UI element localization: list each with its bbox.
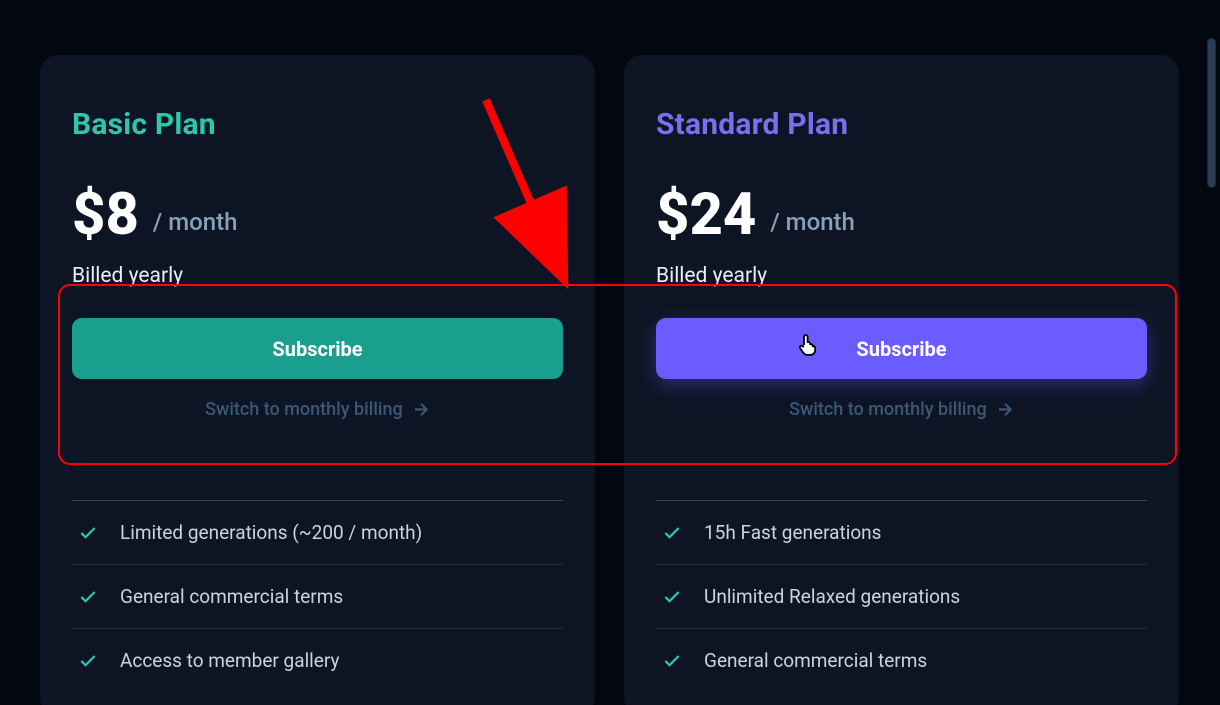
- price-row: $24 / month: [656, 186, 1147, 244]
- check-icon: [662, 523, 682, 543]
- feature-list-standard: 15h Fast generations Unlimited Relaxed g…: [656, 500, 1147, 692]
- feature-item: Limited generations (~200 / month): [72, 500, 563, 564]
- billing-period-note: Billed yearly: [656, 264, 1147, 288]
- feature-item: 15h Fast generations: [656, 500, 1147, 564]
- feature-text: General commercial terms: [120, 585, 343, 608]
- price-amount: $24: [656, 186, 756, 244]
- arrow-right-icon: →: [413, 399, 430, 420]
- check-icon: [78, 523, 98, 543]
- price-row: $8 / month: [72, 186, 563, 244]
- feature-text: Unlimited Relaxed generations: [704, 585, 960, 608]
- subscribe-button-basic[interactable]: Subscribe: [72, 318, 563, 379]
- check-icon: [662, 651, 682, 671]
- plan-cards-row: Basic Plan $8 / month Billed yearly Subs…: [40, 55, 1179, 705]
- check-icon: [78, 651, 98, 671]
- feature-item: Unlimited Relaxed generations: [656, 564, 1147, 628]
- switch-billing-label: Switch to monthly billing: [205, 399, 403, 420]
- feature-item: Access to member gallery: [72, 628, 563, 692]
- subscribe-button-standard[interactable]: Subscribe: [656, 318, 1147, 379]
- arrow-right-icon: →: [997, 399, 1014, 420]
- check-icon: [78, 587, 98, 607]
- feature-item: General commercial terms: [72, 564, 563, 628]
- billing-period-note: Billed yearly: [72, 264, 563, 288]
- feature-list-basic: Limited generations (~200 / month) Gener…: [72, 500, 563, 692]
- switch-billing-label: Switch to monthly billing: [789, 399, 987, 420]
- price-per: / month: [770, 208, 855, 244]
- plan-title-basic: Basic Plan: [72, 107, 563, 142]
- plan-card-standard: Standard Plan $24 / month Billed yearly …: [624, 55, 1179, 705]
- scrollbar-thumb[interactable]: [1207, 38, 1216, 188]
- feature-text: General commercial terms: [704, 649, 927, 672]
- feature-text: 15h Fast generations: [704, 521, 881, 544]
- feature-text: Limited generations (~200 / month): [120, 521, 422, 544]
- plan-card-basic: Basic Plan $8 / month Billed yearly Subs…: [40, 55, 595, 705]
- pricing-viewport: Basic Plan $8 / month Billed yearly Subs…: [0, 0, 1220, 705]
- feature-item: General commercial terms: [656, 628, 1147, 692]
- price-per: / month: [153, 208, 238, 244]
- plan-title-standard: Standard Plan: [656, 107, 1147, 142]
- switch-billing-link-standard[interactable]: Switch to monthly billing →: [656, 399, 1147, 420]
- feature-text: Access to member gallery: [120, 649, 339, 672]
- check-icon: [662, 587, 682, 607]
- scrollbar-track[interactable]: [1206, 0, 1216, 705]
- price-amount: $8: [72, 186, 139, 244]
- switch-billing-link-basic[interactable]: Switch to monthly billing →: [72, 399, 563, 420]
